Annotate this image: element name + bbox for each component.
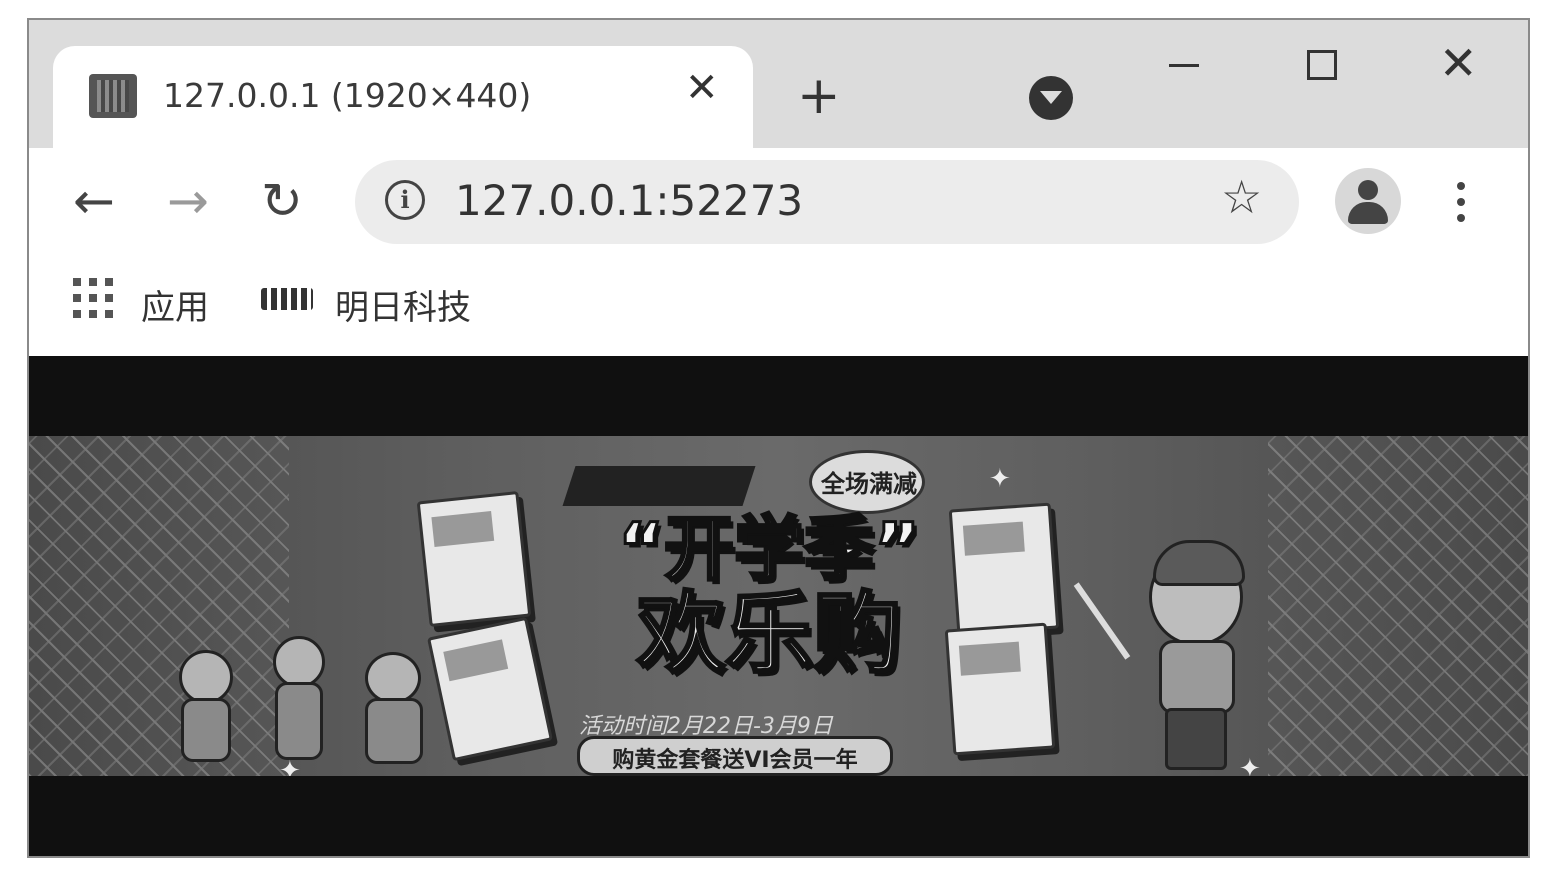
banner-headline: “开学季” 欢乐购 [589, 508, 949, 685]
sparkle-icon: ✦ [279, 756, 301, 776]
site-favicon-icon [89, 74, 137, 118]
book-cover-image [944, 622, 1056, 756]
book-cover-image [416, 491, 532, 627]
tab-title: 127.0.0.1 (1920×440) [163, 76, 532, 115]
cartoon-child-figure [273, 636, 325, 688]
maximize-button[interactable] [1307, 50, 1337, 80]
site-info-icon[interactable]: i [385, 180, 425, 220]
navigation-toolbar: ← → ↻ i 127.0.0.1:52273 ☆ [29, 148, 1528, 260]
apps-grid-icon[interactable] [73, 278, 113, 318]
browser-menu-button[interactable] [1457, 182, 1465, 230]
cartoon-child-figure [365, 652, 421, 704]
browser-window: 127.0.0.1 (1920×440) ✕ + ✕ ← → ↻ i 127.0… [27, 18, 1530, 858]
graduation-cap-icon [562, 466, 756, 506]
book-cover-image [427, 616, 553, 762]
bookmark-mingri[interactable]: 明日科技 [335, 280, 471, 329]
promo-banner-image[interactable]: 全场满减 “开学季” 欢乐购 活动时间2月22日-3月9日 购黄金套餐送VI会员… [29, 436, 1528, 776]
book-cover-image [948, 502, 1060, 636]
bookmarks-bar: 应用 明日科技 [29, 260, 1528, 356]
tab-search-icon[interactable] [1029, 76, 1073, 120]
promo-pill: 购黄金套餐送VI会员一年 [577, 736, 893, 776]
discount-badge-text: 全场满减 [821, 470, 917, 498]
bookmark-apps[interactable]: 应用 [141, 280, 209, 329]
headline-line1: “开学季” [616, 508, 921, 590]
mingri-logo-icon[interactable] [261, 288, 313, 310]
minimize-button[interactable] [1169, 64, 1199, 67]
active-tab[interactable]: 127.0.0.1 (1920×440) ✕ [53, 46, 753, 150]
address-bar[interactable]: i 127.0.0.1:52273 ☆ [355, 160, 1299, 244]
forward-button[interactable]: → [167, 176, 209, 226]
chalk-doodle-decoration [1268, 436, 1528, 776]
reload-button[interactable]: ↻ [261, 176, 303, 226]
cartoon-child-figure [179, 650, 233, 704]
profile-avatar-button[interactable] [1335, 168, 1401, 234]
pointer-stick [1073, 582, 1131, 660]
back-button[interactable]: ← [73, 176, 115, 226]
tab-close-icon[interactable]: ✕ [685, 68, 719, 108]
headline-line2: 欢乐购 [635, 582, 902, 685]
url-text[interactable]: 127.0.0.1:52273 [455, 176, 803, 225]
window-close-button[interactable]: ✕ [1439, 40, 1478, 86]
bookmark-star-icon[interactable]: ☆ [1221, 174, 1262, 220]
tab-strip: 127.0.0.1 (1920×440) ✕ + ✕ [29, 20, 1528, 150]
promo-text: 购黄金套餐送VI会员一年 [612, 748, 858, 773]
chalk-doodle-decoration [29, 436, 289, 776]
sparkle-icon: ✦ [989, 464, 1011, 494]
sparkle-icon: ✦ [1239, 754, 1261, 776]
person-icon [1358, 180, 1378, 200]
page-viewport: 全场满减 “开学季” 欢乐购 活动时间2月22日-3月9日 购黄金套餐送VI会员… [29, 356, 1528, 856]
new-tab-button[interactable]: + [797, 70, 841, 122]
